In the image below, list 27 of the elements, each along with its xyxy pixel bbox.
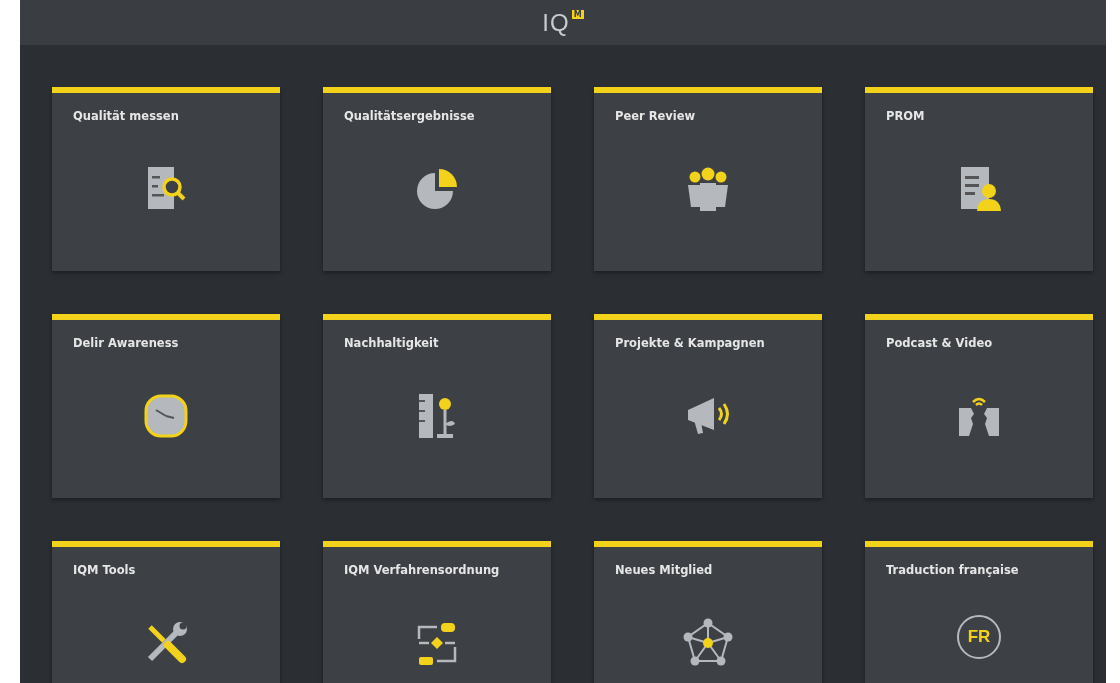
tile-title: Traduction française xyxy=(885,562,1020,577)
logo-mark: M xyxy=(571,10,584,19)
tile-title: Delir Awareness xyxy=(72,335,180,350)
tile-title: Nachhaltigkeit xyxy=(343,335,440,350)
menu-tile[interactable]: Qualitätsergebnisse xyxy=(323,87,551,271)
tile-title: Podcast & Video xyxy=(885,335,994,350)
tile-title: Projekte & Kampagnen xyxy=(614,335,766,350)
tile-title: PROM xyxy=(885,108,926,123)
tile-title: IQM Tools xyxy=(72,562,137,577)
menu-tile[interactable]: PROM xyxy=(865,87,1093,271)
tile-title: Neues Mitglied xyxy=(614,562,714,577)
menu-tile[interactable]: Traduction française FR xyxy=(865,541,1093,683)
logo-text: IQ xyxy=(542,8,570,37)
menu-tile[interactable]: Projekte & Kampagnen xyxy=(594,314,822,498)
menu-tile[interactable]: IQM Verfahrensordnung xyxy=(323,541,551,683)
menu-tile[interactable]: Nachhaltigkeit xyxy=(323,314,551,498)
tile-title: Peer Review xyxy=(614,108,697,123)
menu-tile[interactable]: IQM Tools xyxy=(52,541,280,683)
menu-tile[interactable]: Delir Awareness xyxy=(52,314,280,498)
menu-tile[interactable]: Qualität messen xyxy=(52,87,280,271)
fr-badge: FR xyxy=(957,615,1001,659)
menu-tile[interactable]: Podcast & Video xyxy=(865,314,1093,498)
tile-title: Qualität messen xyxy=(72,108,180,123)
tile-title: IQM Verfahrensordnung xyxy=(343,562,501,577)
menu-tile[interactable]: Peer Review xyxy=(594,87,822,271)
menu-tile[interactable]: Neues Mitglied xyxy=(594,541,822,683)
tile-title: Qualitätsergebnisse xyxy=(343,108,476,123)
